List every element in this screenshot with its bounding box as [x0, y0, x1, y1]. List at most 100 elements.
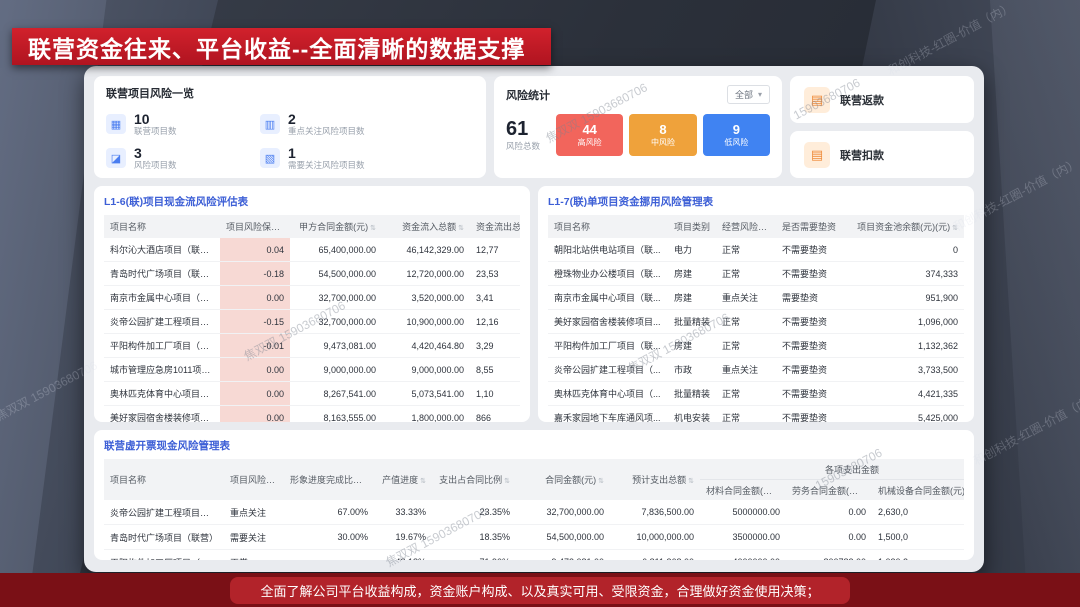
- column-header-contract-amount[interactable]: 合同金额(元)⇅: [516, 459, 610, 500]
- column-header-contract-amount[interactable]: 甲方合同金额(元)⇅: [290, 215, 382, 238]
- material-contract-link[interactable]: 3500000.00: [700, 525, 786, 550]
- advance-cell: 不需要垫资: [776, 406, 848, 423]
- stat-label: 重点关注风险项目数: [288, 127, 365, 137]
- pool-balance-link[interactable]: 951,900: [848, 286, 964, 310]
- machinery-contract-link[interactable]: 1,030,2: [872, 550, 964, 561]
- coefficient-cell: -0.15: [220, 310, 290, 334]
- table-row: 青岛时代广场项目（联营） -0.18 54,500,000.00 12,720,…: [104, 262, 520, 286]
- title-banner: 联营资金往来、平台收益--全面清晰的数据支撑: [12, 28, 551, 65]
- project-name-cell: 嘉禾家园地下车库通风项...: [548, 406, 668, 423]
- action-label: 联营扣款: [840, 147, 884, 163]
- page-title: 联营资金往来、平台收益--全面清晰的数据支撑: [28, 30, 525, 64]
- column-header-material-contract[interactable]: 材料合同金额(元)⇅: [700, 480, 786, 501]
- pool-balance-link[interactable]: 374,333: [848, 262, 964, 286]
- contract-amount-link[interactable]: 9,473,081.00: [290, 334, 382, 358]
- sort-icon: ⇅: [420, 478, 426, 485]
- sort-icon: ⇅: [598, 478, 604, 485]
- table-row: 南京市金属中心项目（联... 房建 重点关注 需要垫资 951,900: [548, 286, 964, 310]
- stat-body: 2 重点关注风险项目数: [288, 111, 365, 137]
- category-cell: 批量精装: [668, 382, 716, 406]
- table-row: 南京市金属中心项目（联... 0.00 32,700,000.00 3,520,…: [104, 286, 520, 310]
- contract-amount-link[interactable]: 32,700,000.00: [290, 286, 382, 310]
- contract-amount-link[interactable]: 9,000,000.00: [290, 358, 382, 382]
- risk-filter-select[interactable]: 全部 ▾: [727, 85, 770, 104]
- column-header-inflow[interactable]: 资金流入总额⇅: [382, 215, 470, 238]
- stat-value: 2: [288, 111, 365, 127]
- misuse-table: 项目名称 项目类别 经营风险级别 是否需要垫资 项目资金池余额(元)(元)⇅: [548, 215, 964, 422]
- project-name-cell: 青岛时代广场项目（联营）: [104, 262, 220, 286]
- advance-cell: 需要垫资: [776, 286, 848, 310]
- misuse-table-title: L1-7(联)单项目资金挪用风险管理表: [548, 194, 964, 209]
- column-header-spend-ratio[interactable]: 支出占合同比例⇅: [432, 459, 516, 500]
- machinery-contract-link[interactable]: 2,630,0: [872, 500, 964, 525]
- outflow-cell: 3,29: [470, 334, 520, 358]
- coefficient-cell: -0.18: [220, 262, 290, 286]
- risk-stats-header: 风险统计 全部 ▾: [506, 85, 770, 104]
- project-risk-overview-card: 联营项目风险一览 ▦ 10 联营项目数 ▥: [94, 76, 486, 178]
- contract-amount-link[interactable]: 8,163,555.00: [290, 406, 382, 423]
- estimated-spend-cell: 10,000,000.00: [610, 525, 700, 550]
- contract-amount-link[interactable]: 8,267,541.00: [290, 382, 382, 406]
- receipt-icon: ▤: [804, 142, 830, 168]
- project-name-cell: 朝阳北站供电站项目（联...: [548, 238, 668, 262]
- column-header-coefficient[interactable]: 项目风险保证系数⇅: [220, 215, 290, 238]
- risk-level-cell: 重点关注: [716, 286, 776, 310]
- stat-body: 3 风险项目数: [134, 145, 177, 171]
- column-header-pool-balance[interactable]: 项目资金池余额(元)(元)⇅: [848, 215, 964, 238]
- invoice-table: 项目名称 项目风险级别 形象进度完成比例(%) 产值进度⇅ 支出占合同比例⇅ 合…: [104, 459, 964, 560]
- labor-contract-link[interactable]: 0.00: [786, 500, 872, 525]
- category-cell: 机电安装: [668, 406, 716, 423]
- risk-level-cell: 正常: [716, 382, 776, 406]
- material-contract-link[interactable]: 5000000.00: [700, 500, 786, 525]
- coefficient-cell: 0.00: [220, 382, 290, 406]
- machinery-contract-link[interactable]: 1,500,0: [872, 525, 964, 550]
- table-row: 科尔沁大酒店项目（联营） 0.04 65,400,000.00 46,142,3…: [104, 238, 520, 262]
- pool-balance-link[interactable]: 1,096,000: [848, 310, 964, 334]
- pool-balance-link[interactable]: 3,733,500: [848, 358, 964, 382]
- stat-item: ◪ 3 风险项目数: [106, 141, 256, 175]
- output-progress-cell: 19.67%: [374, 525, 432, 550]
- contract-amount-link[interactable]: 32,700,000.00: [516, 500, 610, 525]
- invoice-table-body: 炎帝公园扩建工程项目（联... 重点关注 67.00% 33.33% 23.35…: [104, 500, 964, 560]
- project-name-cell: 炎帝公园扩建工程项目（...: [548, 358, 668, 382]
- column-header-progress[interactable]: 形象进度完成比例(%): [284, 459, 374, 500]
- contract-amount-link[interactable]: 54,500,000.00: [516, 525, 610, 550]
- lianying-refund-button[interactable]: ▤ 联营返款: [790, 76, 974, 123]
- sort-icon: ⇅: [863, 489, 869, 496]
- risk-stats-title: 风险统计: [506, 87, 550, 103]
- progress-cell: 67.00%: [284, 500, 374, 525]
- column-header-outflow[interactable]: 资金流出总额⇅: [470, 215, 520, 238]
- table-row: 橙珠物业办公楼项目（联... 房建 正常 不需要垫资 374,333: [548, 262, 964, 286]
- project-name-cell: 平阳构件加工厂项目（联...: [548, 334, 668, 358]
- column-header-machinery-contract[interactable]: 机械设备合同金额(元)⇅: [872, 480, 964, 501]
- inflow-cell: 46,142,329.00: [382, 238, 470, 262]
- pool-balance-link[interactable]: 5,425,000: [848, 406, 964, 423]
- labor-contract-link[interactable]: 800782.00: [786, 550, 872, 561]
- column-header-output-progress[interactable]: 产值进度⇅: [374, 459, 432, 500]
- project-name-cell: 南京市金属中心项目（联...: [104, 286, 220, 310]
- contract-amount-link[interactable]: 54,500,000.00: [290, 262, 382, 286]
- table-row: 炎帝公园扩建工程项目（... 市政 重点关注 不需要垫资 3,733,500: [548, 358, 964, 382]
- coefficient-cell: -0.01: [220, 334, 290, 358]
- contract-amount-link[interactable]: 65,400,000.00: [290, 238, 382, 262]
- material-contract-link[interactable]: 4000000.00: [700, 550, 786, 561]
- table-row: 奥林匹克体育中心项目（... 批量精装 正常 不需要垫资 4,421,335: [548, 382, 964, 406]
- contract-amount-link[interactable]: 9,473,081.00: [516, 550, 610, 561]
- column-header-labor-contract[interactable]: 劳务合同金额(元)⇅: [786, 480, 872, 501]
- risk-level-cell: 正常: [716, 262, 776, 286]
- pool-balance-link[interactable]: 4,421,335: [848, 382, 964, 406]
- lianying-deduction-button[interactable]: ▤ 联营扣款: [790, 131, 974, 178]
- pool-balance-link[interactable]: 1,132,362: [848, 334, 964, 358]
- sort-icon: ⇅: [504, 478, 510, 485]
- risk-level-cell: 正常: [224, 550, 284, 561]
- invoice-table-title: 联营虚开票现金风险管理表: [104, 438, 964, 453]
- labor-contract-link[interactable]: 0.00: [786, 525, 872, 550]
- pool-balance-link[interactable]: 0: [848, 238, 964, 262]
- risk-total: 61 风险总数: [506, 118, 540, 151]
- category-cell: 市政: [668, 358, 716, 382]
- table-row: 美好家园宿舍楼装修项目... 批量精装 正常 不需要垫资 1,096,000: [548, 310, 964, 334]
- table-row: 奥林匹克体育中心项目（... 0.00 8,267,541.00 5,073,5…: [104, 382, 520, 406]
- column-header-estimated-spend[interactable]: 预计支出总额⇅: [610, 459, 700, 500]
- contract-amount-link[interactable]: 32,700,000.00: [290, 310, 382, 334]
- advance-cell: 不需要垫资: [776, 382, 848, 406]
